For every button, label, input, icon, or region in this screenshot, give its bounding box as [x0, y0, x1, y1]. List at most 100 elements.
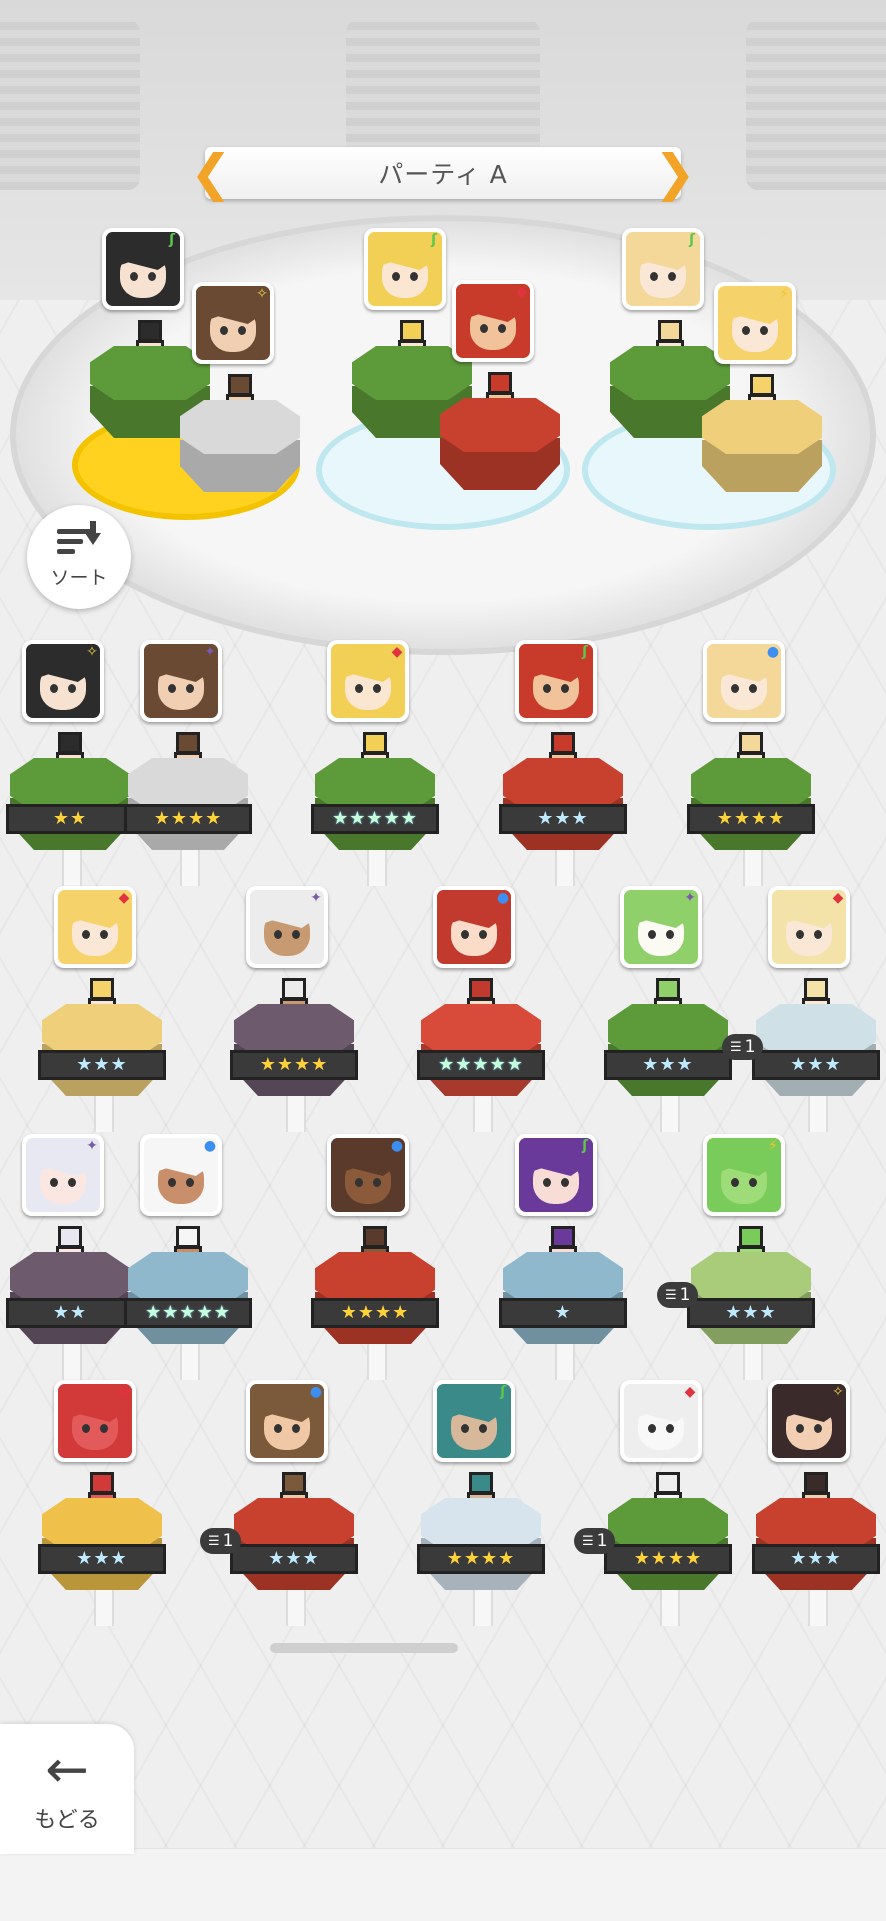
stack-icon: ☰	[208, 1533, 220, 1549]
character-portrait[interactable]: ✦	[620, 886, 702, 968]
character-portrait[interactable]: ◆	[54, 1380, 136, 1462]
party-unit[interactable]: ◆	[430, 280, 570, 520]
duplicate-count-badge: ☰ 1	[722, 1034, 764, 1060]
pedestal-stem	[180, 1344, 200, 1380]
character-portrait[interactable]: ◆	[768, 886, 850, 968]
character-portrait[interactable]: ●	[327, 1134, 409, 1216]
star-rating: ★★★★★	[417, 1050, 545, 1080]
pedestal-stem	[473, 1096, 493, 1132]
fire-diamond-icon: ◆	[118, 1384, 130, 1400]
dark-sparkle-icon: ✦	[310, 890, 322, 906]
roster-unit[interactable]: ◆ ★★★ ☰ 1	[722, 886, 886, 1132]
character-portrait[interactable]: ✧	[768, 1380, 850, 1462]
party-unit[interactable]: ⚡	[692, 282, 832, 522]
roster-unit[interactable]: ◆ ★★★★ ☰ 1	[574, 1380, 738, 1626]
roster-unit[interactable]: ✦ ★★★★	[224, 886, 364, 1132]
water-orb-icon: ●	[203, 1138, 217, 1154]
roster-unit[interactable]: ● ★★★ ☰ 1	[200, 1380, 364, 1626]
bottom-bar	[0, 1848, 886, 1921]
pedestal-stem	[367, 850, 387, 886]
pedestal-stem	[743, 850, 763, 886]
character-pedestal	[180, 400, 300, 492]
next-party-button[interactable]: ❯	[654, 147, 696, 199]
character-portrait[interactable]: ⚡	[703, 1134, 785, 1216]
chevron-left-icon: ❮	[190, 144, 232, 202]
character-portrait[interactable]: ◆	[452, 280, 534, 362]
water-orb-icon: ●	[309, 1384, 323, 1400]
roster-unit[interactable]: ● ★★★★★	[411, 886, 551, 1132]
party-selector: ❮ パーティ A ❯	[190, 147, 696, 199]
pedestal-stem	[555, 1344, 575, 1380]
pedestal-stem	[180, 850, 200, 886]
character-portrait[interactable]: ✧	[192, 282, 274, 364]
leaf-icon: ʃ	[582, 644, 588, 660]
roster-unit[interactable]: ʃ ★	[493, 1134, 633, 1380]
character-portrait[interactable]: ʃ	[515, 640, 597, 722]
character-portrait[interactable]: ʃ	[433, 1380, 515, 1462]
character-portrait[interactable]: ●	[246, 1380, 328, 1462]
duplicate-count-badge: ☰ 1	[657, 1282, 699, 1308]
water-orb-icon: ●	[766, 644, 780, 660]
character-portrait[interactable]: ✦	[246, 886, 328, 968]
pedestal-stem	[473, 1590, 493, 1626]
star-rating: ★★★	[687, 1298, 815, 1328]
dark-sparkle-icon: ✦	[204, 644, 216, 660]
star-rating: ★★★	[752, 1544, 880, 1574]
leaf-icon: ʃ	[582, 1138, 588, 1154]
water-orb-icon: ●	[390, 1138, 404, 1154]
leaf-icon: ʃ	[689, 232, 695, 248]
roster-unit[interactable]: ✧ ★★★	[746, 1380, 886, 1626]
lightning-icon: ⚡	[768, 1138, 778, 1154]
stack-icon: ☰	[582, 1533, 594, 1549]
pedestal-stem	[62, 1344, 82, 1380]
stack-icon: ☰	[730, 1039, 742, 1055]
roster-unit[interactable]: ʃ ★★★	[493, 640, 633, 886]
water-orb-icon: ●	[496, 890, 510, 906]
light-sparkle-icon: ✧	[86, 644, 98, 660]
back-label: もどる	[34, 1808, 100, 1833]
star-rating: ★	[499, 1298, 627, 1328]
roster-unit[interactable]: ● ★★★★	[305, 1134, 445, 1380]
sort-label: ソート	[50, 566, 108, 589]
character-portrait[interactable]: ◆	[620, 1380, 702, 1462]
arena-pillar-left	[0, 20, 140, 190]
sort-descending-icon	[57, 520, 101, 559]
roster-unit[interactable]: ✦ ★★★★	[118, 640, 258, 886]
fire-diamond-icon: ◆	[832, 890, 844, 906]
pedestal-stem	[286, 1590, 306, 1626]
character-portrait[interactable]: ✧	[22, 640, 104, 722]
roster-unit[interactable]: ʃ ★★★★	[411, 1380, 551, 1626]
roster-unit[interactable]: ● ★★★★★	[118, 1134, 258, 1380]
character-portrait[interactable]: ʃ	[515, 1134, 597, 1216]
star-rating: ★★★★★	[124, 1298, 252, 1328]
pedestal-stem	[660, 1096, 680, 1132]
star-rating: ★★★★	[417, 1544, 545, 1574]
character-portrait[interactable]: ⚡	[714, 282, 796, 364]
roster-unit[interactable]: ✦ ★★★	[598, 886, 738, 1132]
star-rating: ★★★★	[604, 1544, 732, 1574]
character-portrait[interactable]: ◆	[54, 886, 136, 968]
roster-unit[interactable]: ◆ ★★★	[32, 1380, 172, 1626]
character-portrait[interactable]: ◆	[327, 640, 409, 722]
party-title: パーティ A	[378, 160, 508, 189]
back-button[interactable]: ← もどる	[0, 1724, 134, 1854]
scroll-indicator[interactable]	[270, 1643, 458, 1653]
character-portrait[interactable]: ✦	[22, 1134, 104, 1216]
star-rating: ★★★★	[311, 1298, 439, 1328]
prev-party-button[interactable]: ❮	[190, 147, 232, 199]
star-rating: ★★	[6, 804, 134, 834]
roster-unit[interactable]: ⚡ ★★★ ☰ 1	[657, 1134, 821, 1380]
character-portrait[interactable]: ●	[703, 640, 785, 722]
star-rating: ★★★	[604, 1050, 732, 1080]
character-portrait[interactable]: ●	[140, 1134, 222, 1216]
roster-unit[interactable]: ● ★★★★	[681, 640, 821, 886]
roster-unit[interactable]: ◆ ★★★★★	[305, 640, 445, 886]
character-portrait[interactable]: ✦	[140, 640, 222, 722]
character-portrait[interactable]: ●	[433, 886, 515, 968]
star-rating: ★★★★	[687, 804, 815, 834]
fire-diamond-icon: ◆	[118, 890, 130, 906]
sort-button[interactable]: ソート	[27, 505, 131, 609]
roster-unit[interactable]: ◆ ★★★	[32, 886, 172, 1132]
pedestal-stem	[808, 1590, 828, 1626]
party-unit[interactable]: ✧	[170, 282, 310, 522]
